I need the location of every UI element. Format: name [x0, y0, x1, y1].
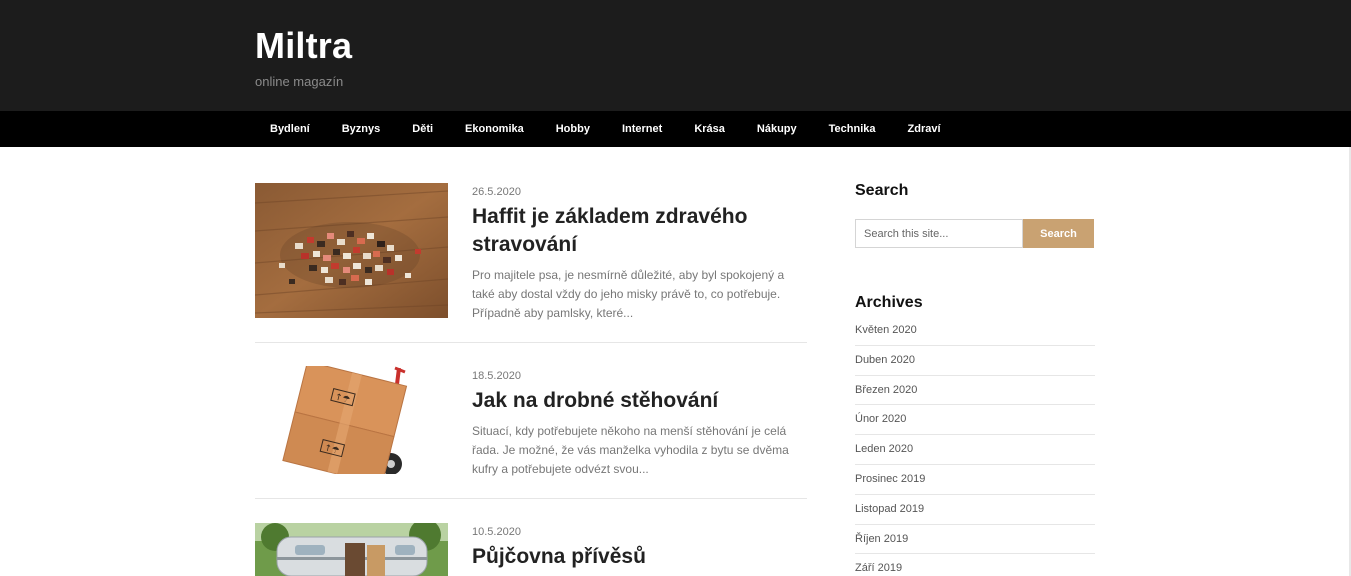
nav-item-krasa[interactable]: Krása	[678, 111, 741, 147]
post-content: 18.5.2020 Jak na drobné stěhování Situac…	[472, 369, 807, 479]
archive-link[interactable]: Leden 2020	[855, 435, 1095, 465]
post-item: 10.5.2020 Půjčovna přívěsů	[255, 523, 807, 576]
site-title[interactable]: Miltra	[255, 25, 352, 67]
main-navigation: Bydlení Byznys Děti Ekonomika Hobby Inte…	[0, 111, 1351, 147]
archives-list: Květen 2020 Duben 2020 Březen 2020 Únor …	[855, 316, 1095, 576]
post-excerpt: Situací, kdy potřebujete někoho na menší…	[472, 424, 789, 476]
nav-item-deti[interactable]: Děti	[396, 111, 449, 147]
archive-link[interactable]: Listopad 2019	[855, 495, 1095, 525]
search-button[interactable]: Search	[1023, 219, 1094, 248]
post-date: 18.5.2020	[472, 370, 521, 382]
nav-item-internet[interactable]: Internet	[606, 111, 678, 147]
archives-widget-title: Archives	[855, 294, 923, 311]
post-excerpt: Pro majitele psa, je nesmírně důležité, …	[472, 268, 785, 320]
archive-link[interactable]: Říjen 2019	[855, 525, 1095, 555]
search-input[interactable]	[855, 219, 1023, 248]
nav-item-zdravi[interactable]: Zdraví	[892, 111, 957, 147]
post-thumbnail[interactable]: ↑☂ ↑☂	[255, 366, 448, 474]
post-item: ↑☂ ↑☂ 18.5.2020 Jak na drobné stěhování …	[255, 366, 807, 499]
nav-item-nakupy[interactable]: Nákupy	[741, 111, 813, 147]
archive-link[interactable]: Květen 2020	[855, 316, 1095, 346]
site-header: Miltra online magazín	[0, 0, 1351, 111]
moving-boxes-image: ↑☂ ↑☂	[255, 366, 448, 474]
post-divider	[255, 498, 807, 499]
post-date: 26.5.2020	[472, 186, 521, 198]
dog-treats-image	[255, 183, 448, 318]
site-description: online magazín	[255, 74, 344, 89]
search-widget-title: Search	[855, 182, 909, 199]
post-title-link[interactable]: Haffit je základem zdravého stravování	[472, 203, 807, 259]
post-content: 10.5.2020 Půjčovna přívěsů	[472, 525, 807, 571]
archive-link[interactable]: Září 2019	[855, 554, 1095, 576]
archive-link[interactable]: Březen 2020	[855, 376, 1095, 406]
nav-item-byznys[interactable]: Byznys	[326, 111, 397, 147]
nav-item-ekonomika[interactable]: Ekonomika	[449, 111, 540, 147]
post-title-link[interactable]: Půjčovna přívěsů	[472, 543, 807, 571]
post-item: 26.5.2020 Haffit je základem zdravého st…	[255, 183, 807, 343]
nav-item-bydleni[interactable]: Bydlení	[254, 111, 326, 147]
post-thumbnail[interactable]	[255, 183, 448, 318]
caravan-trailer-image	[255, 523, 448, 576]
post-title-link[interactable]: Jak na drobné stěhování	[472, 387, 807, 415]
post-content: 26.5.2020 Haffit je základem zdravého st…	[472, 185, 807, 323]
archive-link[interactable]: Duben 2020	[855, 346, 1095, 376]
post-thumbnail[interactable]	[255, 523, 448, 576]
nav-item-technika[interactable]: Technika	[813, 111, 892, 147]
archive-link[interactable]: Únor 2020	[855, 405, 1095, 436]
nav-menu: Bydlení Byznys Děti Ekonomika Hobby Inte…	[254, 111, 957, 147]
archive-link[interactable]: Prosinec 2019	[855, 465, 1095, 495]
post-divider	[255, 342, 807, 343]
post-date: 10.5.2020	[472, 526, 521, 538]
nav-item-hobby[interactable]: Hobby	[540, 111, 606, 147]
